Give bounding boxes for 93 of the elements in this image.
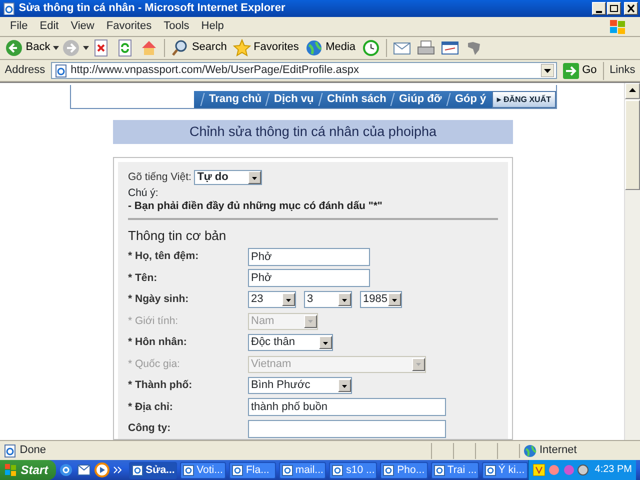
- maximize-button[interactable]: [607, 2, 621, 15]
- windows-flag-icon: [4, 464, 18, 476]
- maximize-icon: [608, 3, 620, 14]
- mail-icon[interactable]: [76, 462, 92, 478]
- text-field[interactable]: Phở: [248, 248, 370, 266]
- window-icon: [434, 464, 445, 476]
- field-label: * Hôn nhân:: [128, 336, 188, 349]
- dropdown-caret-icon[interactable]: [53, 46, 60, 50]
- zone-text: Internet: [540, 444, 577, 458]
- taskbar-button[interactable]: Sửa...: [128, 462, 177, 478]
- logout-button[interactable]: ▸ ĐĂNG XUẤT: [492, 91, 556, 108]
- address-field[interactable]: http://www.vnpassport.com/Web/UserPage/EditProfile.aspx: [50, 62, 558, 79]
- windows-flag-icon: [608, 18, 628, 34]
- text-field[interactable]: thành phố buồn: [248, 398, 446, 416]
- links-button[interactable]: Links: [606, 64, 638, 78]
- favorites-button[interactable]: Favorites: [230, 37, 302, 59]
- window-icon: [282, 464, 293, 476]
- required-note: - Bạn phải điền đầy đủ những mục có đánh dấu "*": [128, 200, 384, 212]
- field-label: Công ty:: [128, 422, 172, 435]
- refresh-icon: [116, 39, 134, 57]
- star-icon: [232, 39, 251, 57]
- menu-item[interactable]: Help: [195, 18, 230, 36]
- dropdown-field[interactable]: Bình Phước: [248, 377, 352, 394]
- text-field[interactable]: [248, 420, 446, 438]
- address-label: Address: [4, 64, 46, 78]
- text-field[interactable]: Phở: [248, 269, 370, 288]
- field-label: * Quốc gia:: [128, 358, 181, 370]
- page-icon: [3, 444, 17, 458]
- scrollbar[interactable]: [624, 83, 640, 440]
- field-label: * Họ, tên đệm:: [128, 250, 200, 263]
- nav-link[interactable]: Trang chủ: [200, 92, 270, 106]
- speaker-icon[interactable]: [577, 464, 590, 476]
- up-triangle-icon: [629, 88, 636, 92]
- close-icon: [625, 3, 637, 14]
- dropdown-caret-icon[interactable]: [83, 46, 90, 50]
- menu-item[interactable]: View: [64, 18, 100, 36]
- dropdown-field[interactable]: Độc thân: [248, 334, 333, 352]
- taskbar-button[interactable]: Fla...: [229, 462, 276, 478]
- menu-item[interactable]: Favorites: [100, 18, 158, 36]
- menu-item[interactable]: Edit: [34, 18, 65, 36]
- document-icon: [440, 39, 459, 57]
- dropdown-arrow-icon[interactable]: [541, 64, 554, 77]
- window-icon: [132, 464, 143, 476]
- square-app-icon[interactable]: [533, 464, 546, 476]
- search-icon: [171, 39, 190, 57]
- status-text: Done: [20, 444, 48, 458]
- window-icon: [332, 464, 344, 476]
- nav-link[interactable]: Dịch vụ: [266, 92, 322, 106]
- scroll-thumb[interactable]: [625, 100, 640, 190]
- minimize-icon: [596, 10, 602, 12]
- minimize-button[interactable]: [592, 2, 606, 15]
- clock-text: 4:23 PM: [594, 464, 632, 476]
- back-button[interactable]: Back: [2, 37, 54, 59]
- house-icon: [140, 39, 158, 57]
- printer-icon: [416, 39, 435, 57]
- taskbar-button[interactable]: Pho...: [380, 462, 428, 478]
- taskbar-button[interactable]: Trai ...: [430, 462, 479, 478]
- section-title: Thông tin cơ bản: [128, 228, 228, 244]
- taskbar-button[interactable]: Voti...: [180, 462, 226, 478]
- media-player-icon[interactable]: [94, 462, 110, 478]
- stop-icon: [92, 39, 110, 57]
- window-title: Sửa thông tin cá nhân - Microsoft Internet Explorer: [18, 2, 286, 16]
- nav-link[interactable]: Chính sách: [318, 92, 394, 106]
- window-icon: [182, 464, 194, 476]
- start-button[interactable]: Start: [0, 460, 56, 480]
- dropdown-field[interactable]: 23: [248, 291, 296, 308]
- page-icon: [54, 64, 68, 78]
- media-button[interactable]: Media: [302, 37, 359, 59]
- dropdown-field[interactable]: 1985: [360, 291, 402, 308]
- field-label: * Ngày sinh:: [128, 293, 190, 306]
- taskbar-button[interactable]: s10 ...: [329, 462, 378, 478]
- field-label: * Tên:: [128, 272, 158, 284]
- taskbar-button[interactable]: Ý ki...: [482, 462, 528, 478]
- field-label: * Giới tính:: [128, 314, 180, 328]
- window-icon: [383, 464, 394, 476]
- typing-mode-label: Gõ tiếng Việt:: [128, 171, 192, 184]
- window-icon: [484, 464, 496, 476]
- dropdown-field[interactable]: 3: [304, 291, 352, 308]
- go-arrow-icon: [563, 62, 580, 78]
- go-button[interactable]: Go: [560, 60, 600, 82]
- note-link[interactable]: Chú ý:: [128, 187, 158, 199]
- nav-link[interactable]: Giúp đỡ: [390, 92, 450, 106]
- typing-mode-select[interactable]: Tự do: [194, 170, 262, 185]
- menu-item[interactable]: Tools: [158, 18, 196, 36]
- page-heading: Chỉnh sửa thông tin cá nhân của phoipha: [113, 120, 513, 144]
- taskbar-button[interactable]: mail...: [278, 462, 326, 478]
- menu-item[interactable]: File: [4, 18, 34, 36]
- page-icon: [2, 2, 16, 15]
- search-button[interactable]: Search: [168, 37, 230, 59]
- field-label: * Địa chỉ:: [128, 400, 174, 414]
- window-icon: [232, 464, 244, 476]
- field-label: * Thành phố:: [128, 379, 194, 392]
- close-button[interactable]: [624, 2, 638, 15]
